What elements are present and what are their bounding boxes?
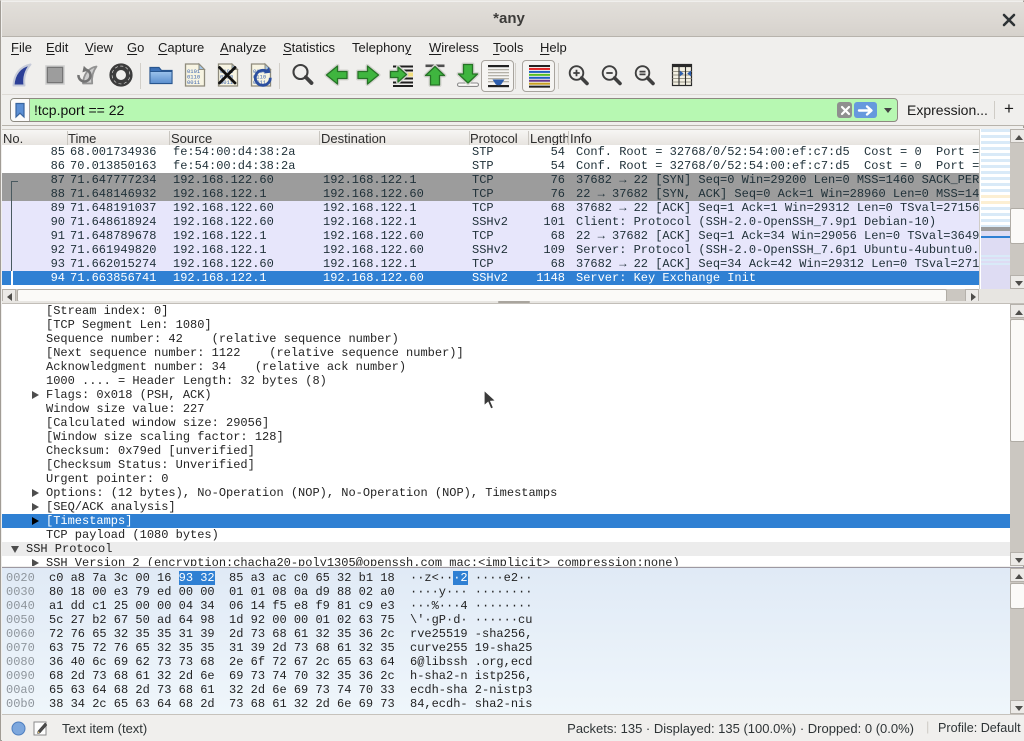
svg-text:0011: 0011 xyxy=(187,79,201,86)
